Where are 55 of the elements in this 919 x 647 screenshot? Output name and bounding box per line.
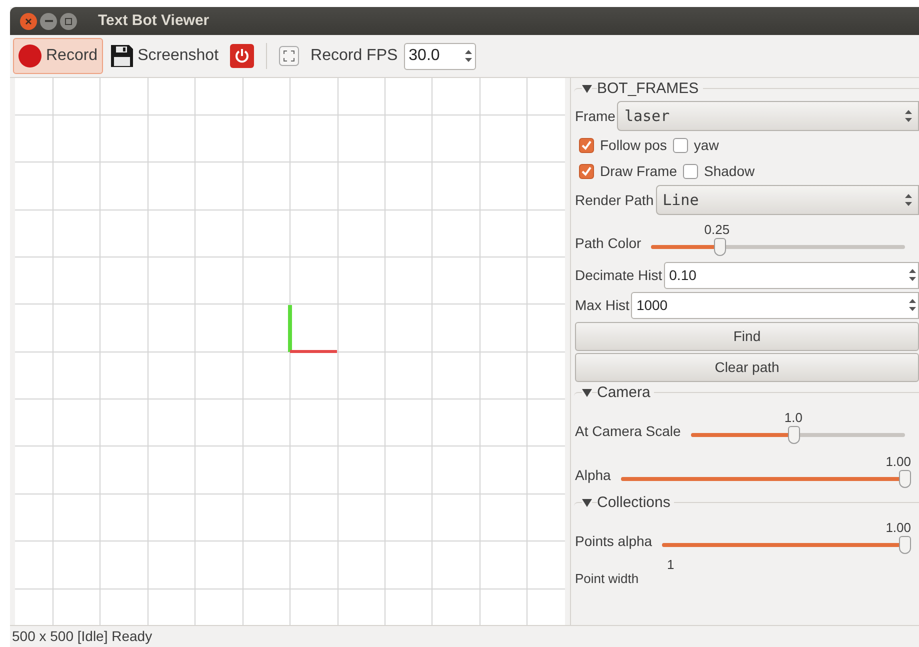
- spin-field[interactable]: 0.10: [664, 262, 919, 288]
- minimize-icon[interactable]: [40, 12, 57, 30]
- slider-label: Path Color: [575, 234, 642, 253]
- slider-label: Alpha: [575, 466, 611, 485]
- slider-thumb[interactable]: [899, 470, 911, 488]
- slider-label: Point width: [575, 572, 640, 585]
- checkbox-label: yaw: [694, 136, 719, 155]
- maximize-icon[interactable]: [60, 12, 77, 30]
- slider-value: 1: [666, 558, 676, 572]
- slider-thumb[interactable]: [714, 238, 726, 256]
- spin-field[interactable]: 1000: [631, 292, 919, 318]
- expand-arrow-icon[interactable]: [582, 498, 592, 508]
- fps-label: Record FPS: [310, 46, 398, 66]
- axes-drawing: [288, 305, 337, 353]
- checkbox[interactable]: [579, 138, 594, 152]
- slider-value: 1.00: [886, 519, 911, 537]
- updown-icon: [909, 299, 916, 311]
- checkbox[interactable]: [683, 164, 698, 178]
- window-title: Text Bot Viewer: [98, 10, 210, 31]
- checkbox-label: Follow pos: [600, 136, 667, 155]
- push-button[interactable]: Clear path: [575, 353, 919, 382]
- record-button[interactable]: Record: [13, 38, 103, 74]
- checkbox-label: Shadow: [704, 162, 755, 180]
- slider-thumb[interactable]: [899, 536, 911, 554]
- slider-label: Points alpha: [575, 532, 652, 551]
- slider-thumb[interactable]: [788, 426, 800, 444]
- status-text: 500 x 500 [Idle] Ready: [12, 627, 152, 646]
- field-label: Max Hist: [575, 296, 630, 314]
- fps-spinbox[interactable]: 30.0: [404, 42, 476, 70]
- expand-arrow-icon[interactable]: [582, 84, 592, 94]
- slider-value: 0.25: [704, 221, 730, 239]
- fullscreen-icon[interactable]: [278, 46, 299, 66]
- power-icon: [234, 48, 250, 64]
- checkbox[interactable]: [672, 138, 688, 152]
- record-icon: [18, 44, 42, 68]
- push-button[interactable]: Find: [575, 322, 919, 351]
- updown-icon: [905, 194, 912, 206]
- checkbox-label: Draw Frame: [600, 162, 678, 180]
- slider-value: 1.00: [886, 453, 911, 471]
- field-label: Decimate Hist: [575, 266, 662, 284]
- checkbox[interactable]: [579, 164, 594, 178]
- grid-canvas[interactable]: [15, 78, 565, 625]
- expand-arrow-icon[interactable]: [582, 388, 592, 398]
- power-button[interactable]: [230, 44, 254, 68]
- field-label: Frame: [575, 106, 616, 126]
- close-icon[interactable]: [20, 12, 37, 30]
- screenshot-button[interactable]: Screenshot: [108, 38, 221, 74]
- dropdown[interactable]: laser: [617, 101, 919, 131]
- dropdown[interactable]: Line: [656, 185, 919, 215]
- slider-value: 1.0: [784, 409, 802, 427]
- updown-icon: [464, 50, 472, 62]
- updown-icon: [905, 110, 912, 122]
- updown-icon: [909, 269, 916, 281]
- field-label: Render Path: [575, 190, 654, 210]
- slider-label: At Camera Scale: [575, 422, 681, 441]
